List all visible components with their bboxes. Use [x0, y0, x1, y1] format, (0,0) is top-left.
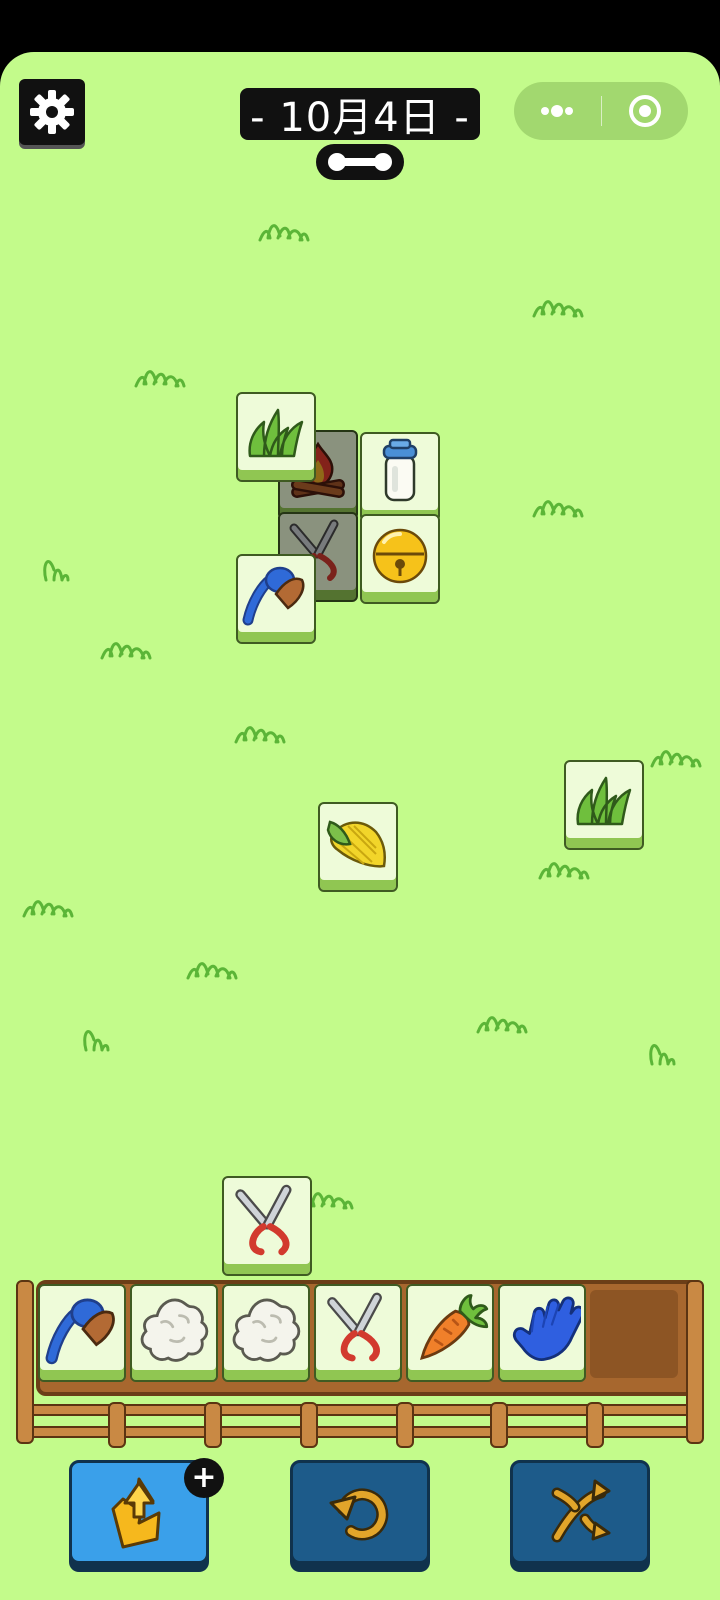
- grass-doodle-icon: [234, 726, 286, 744]
- grass-doodle-icon: [649, 1044, 676, 1066]
- tile-grass[interactable]: [564, 760, 644, 850]
- tray-slot-brush: [38, 1284, 126, 1382]
- grass-doodle-icon: [134, 370, 186, 388]
- grass-doodle-icon: [532, 300, 584, 318]
- tile-shears[interactable]: [222, 1176, 312, 1276]
- grass-doodle-icon: [100, 642, 152, 660]
- bone-progress-icon: [328, 153, 392, 171]
- tile-grass[interactable]: [236, 392, 316, 482]
- grass-doodle-icon: [83, 1030, 110, 1052]
- grass-doodle-icon: [476, 1016, 528, 1034]
- tray-slot-cotton: [222, 1284, 310, 1382]
- gear-icon: [30, 90, 74, 134]
- tray-slot-carrot: [406, 1284, 494, 1382]
- fence-post: [16, 1280, 34, 1444]
- target-circle-icon: [628, 95, 661, 127]
- brush-icon: [45, 1298, 115, 1365]
- settings-button[interactable]: [19, 79, 85, 145]
- fence-post: [204, 1402, 222, 1448]
- glove-icon: [513, 1296, 581, 1362]
- carrot-icon: [420, 1294, 489, 1360]
- shears-icon: [327, 1292, 382, 1362]
- more-button[interactable]: [514, 82, 601, 140]
- tile-tray: [14, 1266, 706, 1476]
- fence-post: [108, 1402, 126, 1448]
- more-dots-icon: [541, 105, 574, 117]
- fence-post: [300, 1402, 318, 1448]
- golden-bell-icon: [372, 528, 428, 584]
- shears-icon: [235, 1184, 292, 1256]
- undo-icon: [329, 1488, 389, 1541]
- game-screen: - 10月4日 - +: [0, 52, 720, 1600]
- fence-post: [686, 1280, 704, 1444]
- fence-post: [396, 1402, 414, 1448]
- milk-bottle-icon: [382, 438, 418, 502]
- add-powerup-button[interactable]: +: [184, 1458, 224, 1498]
- grass-icon: [576, 776, 632, 826]
- tray-out-icon: [111, 1477, 161, 1549]
- tile-golden-bell[interactable]: [360, 514, 440, 604]
- fence-post: [586, 1402, 604, 1448]
- cotton-icon: [232, 1298, 301, 1362]
- grass-doodle-icon: [650, 750, 702, 768]
- grass-icon: [248, 408, 304, 458]
- undo-button[interactable]: [290, 1460, 430, 1564]
- close-miniprogram-button[interactable]: [602, 82, 689, 140]
- tray-empty-slot: [590, 1290, 678, 1378]
- grass-doodle-icon: [532, 500, 584, 518]
- fence-post: [490, 1402, 508, 1448]
- brush-icon: [242, 566, 305, 626]
- tile-corn[interactable]: [318, 802, 398, 892]
- grass-doodle-icon: [258, 224, 310, 242]
- shuffle-icon: [551, 1479, 611, 1543]
- grass-doodle-icon: [538, 862, 590, 880]
- shuffle-button[interactable]: [510, 1460, 650, 1564]
- tray-slot-glove: [498, 1284, 586, 1382]
- grass-doodle-icon: [186, 962, 238, 980]
- grass-doodle-icon: [22, 900, 74, 918]
- miniprogram-capsule: [514, 82, 688, 140]
- date-title: - 10月4日 -: [240, 88, 480, 141]
- tile-milk-bottle[interactable]: [360, 432, 440, 522]
- level-progress-indicator: [316, 144, 404, 180]
- corn-icon: [326, 820, 386, 868]
- tray-slot-shears: [314, 1284, 402, 1382]
- tray-slot-cotton: [130, 1284, 218, 1382]
- tile-brush[interactable]: [236, 554, 316, 644]
- cotton-icon: [140, 1298, 209, 1362]
- grass-doodle-icon: [43, 560, 70, 582]
